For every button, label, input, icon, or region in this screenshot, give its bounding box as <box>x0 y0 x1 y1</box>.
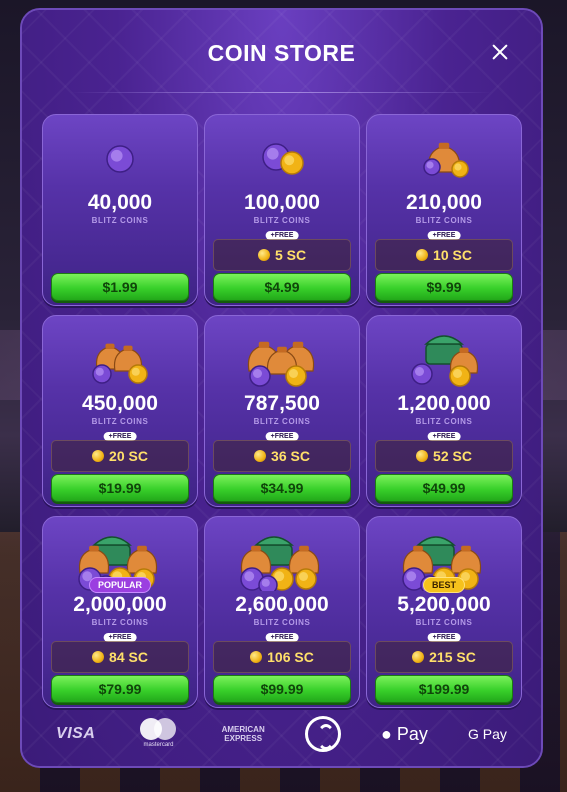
buy-button[interactable]: $79.99 <box>51 675 189 703</box>
close-icon[interactable] <box>487 40 513 66</box>
apple-icon: ● <box>380 723 392 744</box>
coins-label: BLITZ COINS <box>253 618 311 627</box>
sc-bonus: 10 SC <box>375 239 513 271</box>
sc-coin-icon <box>250 651 263 663</box>
package-card[interactable]: 40,000 BLITZ COINS $1.99 <box>42 114 198 306</box>
sc-coin-icon <box>254 450 267 462</box>
package-card[interactable]: 1,200,000 BLITZ COINS +FREE 52 SC $49.99 <box>366 315 522 507</box>
sc-amount: 52 SC <box>433 448 472 464</box>
buy-button[interactable]: $4.99 <box>213 273 351 301</box>
sc-amount: 215 SC <box>429 649 476 665</box>
package-card[interactable]: BEST 5,200,000 BLITZ COINS +FREE 215 SC $199.… <box>366 516 522 708</box>
buy-button[interactable]: $19.99 <box>51 474 189 502</box>
buy-button[interactable]: $34.99 <box>213 474 351 502</box>
coin-bags-icon <box>92 343 148 384</box>
sc-bonus: 106 SC <box>213 641 351 673</box>
coins-label: BLITZ COINS <box>415 618 473 627</box>
sc-coin-icon <box>257 249 270 261</box>
sc-coin-icon <box>92 450 105 462</box>
coins-label: BLITZ COINS <box>415 216 473 225</box>
sc-bonus: 215 SC <box>375 641 513 673</box>
package-card[interactable]: 787,500 BLITZ COINS +FREE 36 SC $34.99 <box>204 315 360 507</box>
buy-button[interactable]: $199.99 <box>375 675 513 703</box>
package-card[interactable]: 450,000 BLITZ COINS +FREE 20 SC $19.99 <box>42 315 198 507</box>
package-card[interactable]: 2,600,000 BLITZ COINS +FREE 106 SC $99.99 <box>204 516 360 708</box>
popular-badge: POPULAR <box>88 577 152 593</box>
buy-button[interactable]: $99.99 <box>213 675 351 703</box>
sc-coin-icon <box>412 651 425 663</box>
sc-bonus: 36 SC <box>213 440 351 472</box>
coin-amount: 5,200,000 <box>397 593 491 616</box>
amex-line2: EXPRESS <box>224 734 263 743</box>
coin-amount: 450,000 <box>82 392 158 415</box>
modal-header: COIN STORE <box>22 10 541 94</box>
sc-amount: 5 SC <box>274 247 307 263</box>
coin-chest-icon <box>411 335 479 387</box>
sc-bonus: 20 SC <box>51 440 189 472</box>
package-card[interactable]: 100,000 BLITZ COINS +FREE 5 SC $4.99 <box>204 114 360 306</box>
best-badge: BEST <box>422 577 466 593</box>
sc-amount: 36 SC <box>271 448 310 464</box>
mastercard-logo: mastercard <box>136 716 182 752</box>
page-title: COIN STORE <box>207 40 356 66</box>
buy-button[interactable]: $49.99 <box>375 474 513 502</box>
coin-amount: 40,000 <box>87 191 153 214</box>
sc-bonus: 84 SC <box>51 641 189 673</box>
sc-coin-icon <box>416 249 429 261</box>
sc-amount: 106 SC <box>267 649 314 665</box>
mastercard-label: mastercard <box>143 742 174 748</box>
visa-logo: VISA <box>56 725 96 742</box>
sc-amount: 84 SC <box>109 649 148 665</box>
sc-bonus: 5 SC <box>213 239 351 271</box>
coin-bag-small-icon <box>423 142 469 178</box>
coin-amount: 100,000 <box>244 191 320 214</box>
sc-coin-icon <box>92 651 105 663</box>
apple-pay-label: Pay <box>391 723 428 744</box>
coin-amount: 210,000 <box>406 191 482 214</box>
coin-pair-icon <box>262 143 304 175</box>
sc-amount: 10 SC <box>433 247 472 263</box>
coin-amount: 2,600,000 <box>235 593 329 616</box>
coin-treasure-large-icon <box>240 536 320 591</box>
coins-label: BLITZ COINS <box>91 216 149 225</box>
coins-label: BLITZ COINS <box>253 216 311 225</box>
coins-label: BLITZ COINS <box>91 618 149 627</box>
coin-store-modal: COIN STORE 40,000 BLITZ COINS $1.99 100,00… <box>20 8 543 768</box>
apple-pay-logo: ● Pay <box>381 724 428 745</box>
buy-button[interactable]: $1.99 <box>51 273 189 301</box>
header-divider <box>70 92 493 93</box>
coin-bags-large-icon <box>247 341 315 387</box>
sc-amount: 20 SC <box>109 448 148 464</box>
amex-logo: AMERICAN EXPRESS <box>222 725 265 743</box>
google-pay-logo: G Pay <box>467 726 507 742</box>
package-card[interactable]: POPULAR 2,000,000 BLITZ COINS +FREE 84 SC $79… <box>42 516 198 708</box>
diners-club-logo <box>304 716 341 752</box>
buy-button[interactable]: $9.99 <box>375 273 513 301</box>
coin-amount: 2,000,000 <box>73 593 167 616</box>
coin-amount: 787,500 <box>244 392 320 415</box>
amex-line1: AMERICAN <box>221 725 265 734</box>
coin-single-icon <box>106 145 134 173</box>
coins-label: BLITZ COINS <box>253 417 311 426</box>
package-card[interactable]: 210,000 BLITZ COINS +FREE 10 SC $9.99 <box>366 114 522 306</box>
coin-amount: 1,200,000 <box>397 392 491 415</box>
payment-methods: VISA mastercard AMERICAN EXPRESS ● Pay G… <box>22 714 541 754</box>
coins-label: BLITZ COINS <box>91 417 149 426</box>
sc-bonus: 52 SC <box>375 440 513 472</box>
sc-coin-icon <box>416 450 429 462</box>
coins-label: BLITZ COINS <box>415 417 473 426</box>
